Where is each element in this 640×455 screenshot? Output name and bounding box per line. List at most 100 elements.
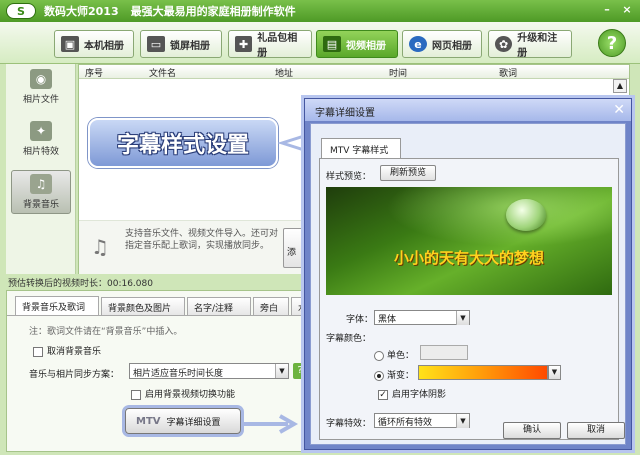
drop-zone-hint: 支持音乐文件、视频文件导入。还可对指定音乐配上歌词，实现播放同步。 [125, 229, 279, 251]
music-drop-zone[interactable]: ♫ 支持音乐文件、视频文件导入。还可对指定音乐配上歌词，实现播放同步。 添 [79, 220, 311, 274]
dialog-title: 字幕详细设置 [315, 108, 375, 119]
tab-label: 网页相册 [432, 40, 472, 52]
film-icon: ▤ [323, 36, 341, 52]
solid-color-radio[interactable] [374, 350, 384, 361]
close-window-button[interactable]: × [620, 3, 634, 17]
preview-lyric-text: 小小的天有大大的梦想 [393, 249, 544, 267]
refresh-preview-button[interactable]: 刷新预览 [380, 165, 436, 181]
sync-scheme-select[interactable]: 相片适应音乐时间长度 ▼ [129, 363, 289, 379]
mtv-badge: MTV [136, 415, 161, 427]
tab-narration[interactable]: 旁白 [253, 297, 289, 315]
column-header-index[interactable]: 序号 [85, 66, 103, 79]
mtv-button-label: 字幕详细设置 [166, 417, 221, 428]
tab-web-album[interactable]: e 网页相册 [402, 30, 482, 58]
solid-color-picker[interactable] [420, 345, 468, 360]
sparkle-icon: ✦ [30, 121, 52, 141]
app-name: 数码大师2013 [44, 5, 119, 18]
gradient-color-option[interactable]: 渐变： [374, 368, 414, 381]
style-preview-image: 小小的天有大大的梦想 [326, 187, 612, 295]
app-logo-icon: S [6, 3, 36, 19]
mtv-style-panel: 样式预览： 刷新预览 小小的天有大大的梦想 字体： 黑体 ▼ 字幕颜色： 单色：… [319, 158, 619, 440]
sidebar-item-photo-files[interactable]: ◉ 相片文件 [11, 66, 71, 110]
column-header-path[interactable]: 地址 [275, 66, 293, 79]
gear-icon: ✿ [495, 36, 513, 52]
font-shadow-checkbox[interactable]: ✓ [378, 389, 388, 400]
globe-icon: e [409, 36, 427, 52]
tab-label: 锁屏相册 [170, 40, 210, 52]
music-note-icon: ♫ [30, 174, 52, 194]
sync-scheme-label: 音乐与相片同步方案： [29, 370, 120, 380]
tab-label: 本机相册 [84, 40, 124, 52]
sidebar-item-label: 相片特效 [22, 147, 59, 157]
tab-name-caption[interactable]: 名字/注释 [187, 297, 251, 315]
solid-color-label: 单色： [387, 351, 415, 361]
sidebar-item-photo-effects[interactable]: ✦ 相片特效 [11, 118, 71, 162]
tab-label: 视频相册 [346, 40, 386, 52]
gradient-color-radio[interactable] [374, 370, 384, 381]
help-button[interactable]: ? [598, 29, 626, 57]
color-label: 字幕颜色： [326, 334, 372, 344]
confirm-button[interactable]: 确认 [503, 422, 561, 439]
sidebar-item-label: 相片文件 [22, 95, 59, 105]
font-label: 字体： [346, 315, 374, 325]
tab-music-lyrics[interactable]: 背景音乐及歌词 [15, 296, 99, 316]
leaf-highlight [386, 187, 612, 247]
table-header: 序号 文件名 地址 时间 歌词 [79, 65, 629, 79]
chevron-down-icon[interactable]: ▼ [456, 414, 469, 428]
lyrics-note: 注：歌词文件请在“背景音乐”中插入。 [29, 327, 183, 337]
cancel-music-checkbox[interactable] [33, 346, 43, 357]
cancel-music-label: 取消背景音乐 [47, 347, 102, 357]
dialog-body: MTV 字幕样式 样式预览： 刷新预览 小小的天有大大的梦想 字体： 黑体 ▼ … [310, 123, 626, 445]
mtv-arrow-icon [242, 414, 299, 434]
tab-lockscreen-album[interactable]: ▭ 锁屏相册 [140, 30, 222, 58]
solid-color-option[interactable]: 单色： [374, 348, 414, 361]
tab-gift-album[interactable]: ✚ 礼品包相册 [228, 30, 312, 59]
font-value: 黑体 [378, 315, 397, 325]
column-header-time[interactable]: 时间 [389, 66, 407, 79]
subtitle-style-callout: 字幕样式设置 [88, 118, 278, 168]
subtitle-effect-select[interactable]: 循环所有特效 ▼ [374, 413, 470, 428]
tab-video-album[interactable]: ▤ 视频相册 [316, 30, 398, 58]
left-sidebar: ◉ 相片文件 ✦ 相片特效 ♫ 背景音乐 [6, 64, 76, 274]
sidebar-item-label: 背景音乐 [22, 200, 59, 210]
font-select[interactable]: 黑体 ▼ [374, 310, 470, 325]
water-drop [506, 199, 546, 231]
chevron-down-icon[interactable]: ▼ [275, 364, 288, 378]
minimize-button[interactable]: – [600, 3, 614, 17]
tab-local-album[interactable]: ▣ 本机相册 [54, 30, 134, 58]
tab-label: 升级和注册 [517, 33, 558, 59]
gradient-color-label: 渐变： [387, 371, 415, 381]
gift-icon: ✚ [235, 36, 253, 52]
effect-value: 循环所有特效 [378, 418, 433, 428]
effect-label: 字幕特效： [326, 419, 372, 429]
bg-video-switch-checkbox[interactable] [131, 389, 141, 400]
gradient-color-picker[interactable] [418, 365, 548, 380]
column-header-lyrics[interactable]: 歌词 [499, 66, 517, 79]
bg-video-switch-label: 启用背景视频切换功能 [145, 390, 236, 400]
title-bar: S 数码大师2013 最强大最易用的家庭相册制作软件 – × [0, 0, 640, 22]
tab-mtv-subtitle-style[interactable]: MTV 字幕样式 [321, 138, 401, 158]
main-toolbar: ▣ 本机相册 ▭ 锁屏相册 ✚ 礼品包相册 ▤ 视频相册 e 网页相册 ✿ 升级… [0, 22, 640, 64]
camera-icon: ◉ [30, 69, 52, 89]
mtv-subtitle-settings-button[interactable]: MTV 字幕详细设置 [125, 408, 241, 434]
chevron-down-icon[interactable]: ▼ [456, 311, 469, 325]
photo-album-icon: ▣ [61, 36, 79, 52]
bg-video-switch-option[interactable]: 启用背景视频切换功能 [131, 387, 235, 400]
font-shadow-label: 启用字体阴影 [392, 390, 447, 400]
font-shadow-option[interactable]: ✓ 启用字体阴影 [378, 387, 446, 400]
chevron-down-icon[interactable]: ▼ [548, 365, 561, 380]
tab-upgrade-register[interactable]: ✿ 升级和注册 [488, 30, 572, 59]
estimated-duration: 预估转换后的视频时长：00:16.080 [8, 279, 153, 289]
cancel-button[interactable]: 取消 [567, 422, 625, 439]
subtitle-settings-dialog: 字幕详细设置 ✕ MTV 字幕样式 样式预览： 刷新预览 小小的天有大大的梦想 … [304, 98, 632, 450]
tab-bg-color-image[interactable]: 背景颜色及图片 [101, 297, 185, 315]
column-header-filename[interactable]: 文件名 [149, 66, 176, 79]
app-slogan: 最强大最易用的家庭相册制作软件 [130, 5, 296, 18]
dialog-title-bar: 字幕详细设置 ✕ [305, 99, 631, 121]
preview-label: 样式预览： [326, 172, 372, 182]
monitor-icon: ▭ [147, 36, 165, 52]
sidebar-item-background-music[interactable]: ♫ 背景音乐 [11, 170, 71, 214]
scroll-up-button[interactable]: ▲ [613, 79, 627, 93]
cancel-music-option[interactable]: 取消背景音乐 [33, 344, 101, 357]
close-icon[interactable]: ✕ [613, 102, 625, 118]
